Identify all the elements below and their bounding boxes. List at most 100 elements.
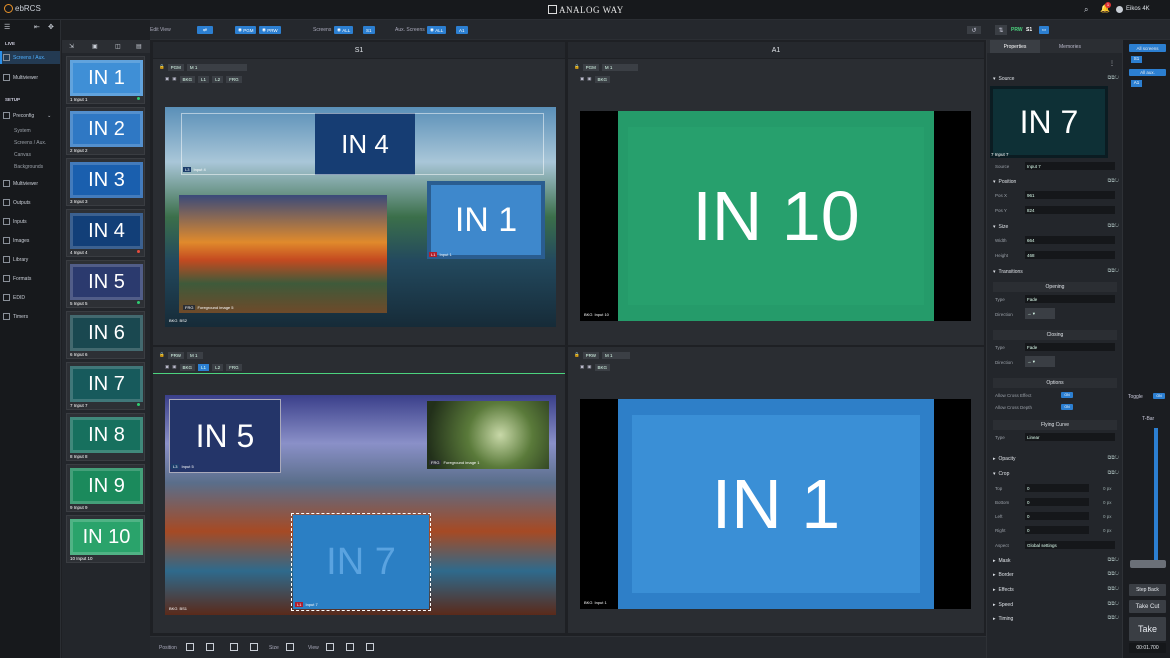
closing-direction-select[interactable]: → ▾ [1025,356,1055,367]
tbar-handle[interactable] [1130,560,1166,568]
section-source[interactable]: ▾ Source ⧉⧉↻ [987,73,1123,84]
view-frame-icon[interactable] [366,643,374,651]
sidebar-item-timers[interactable]: Timers [3,313,28,320]
screens-s1-toggle[interactable]: S1 [363,26,375,34]
section-timing[interactable]: ▸ Timing ⧉⧉↻ [987,613,1123,624]
crop-top-input[interactable]: 0 [1025,484,1089,492]
input-thumbnail[interactable]: IN 77 Input 7 [66,362,145,410]
sidebar-item-edid[interactable]: EDID [3,294,25,301]
copy-paste-icons[interactable]: ⧉⧉↻ [1108,470,1119,476]
sidebar-item-outputs[interactable]: Outputs [3,199,31,206]
aux-a1-toggle[interactable]: A1 [456,26,468,34]
s1-pgm-canvas[interactable]: IN 4 L3 Input 4 IN 1 L1 Input 1 FRG Foregro… [165,107,556,327]
l2-chip-prw[interactable]: L2 [212,363,224,371]
layer-icon-2[interactable]: ▣ [172,76,176,82]
layer-in1-a1[interactable]: IN 1 [632,415,920,593]
copy-paste-icons[interactable]: ⧉⧉↻ [1108,268,1119,274]
input-thumbnail[interactable]: IN 99 Input 9 [66,464,145,512]
center-icon[interactable] [250,643,258,651]
sidebar-sub-backgrounds[interactable]: Backgrounds [14,164,43,170]
sidebar-sub-system[interactable]: System [14,128,31,134]
section-crop[interactable]: ▾ Crop ⧉⧉↻ [987,468,1123,479]
sidebar-sub-screens[interactable]: Screens / Aux. [14,140,46,146]
split-tab-icon[interactable]: ◫ [115,43,121,50]
section-border[interactable]: ▸ Border ⧉⧉↻ [987,569,1123,580]
copy-paste-icons[interactable]: ⧉⧉↻ [1108,601,1119,607]
input-thumbnail[interactable]: IN 44 Input 4 [66,209,145,257]
input-thumbnail[interactable]: IN 10 10 Input 10 [66,515,145,563]
layer-icon-a1[interactable]: ▣ [580,76,584,82]
bkg-chip-a1-prw[interactable]: BKG [594,363,611,371]
undo-icon[interactable]: ↺ [967,26,981,34]
layer-icon-a1-prw[interactable]: ▣ [580,364,584,370]
prw-toggle[interactable]: ◉ PRW [259,26,281,34]
copy-paste-icons[interactable]: ⧉⧉↻ [1108,178,1119,184]
lock-icon[interactable]: 🔒 [159,64,165,70]
sidebar-sub-canvas[interactable]: Canvas [14,152,31,158]
menu-icon[interactable]: ☰ [4,23,10,31]
view-layers-icon[interactable] [346,643,354,651]
input-tab-icon[interactable]: ⇲ [69,43,74,50]
sidebar-item-inputs[interactable]: Inputs [3,218,27,225]
copy-paste-icons[interactable]: ⧉⧉↻ [1108,75,1119,81]
layout-toggle[interactable]: ▭ [1039,26,1049,34]
input-thumbnail[interactable]: IN 55 Input 5 [66,260,145,308]
toggle-switch[interactable]: ON [1153,393,1165,399]
screens-all-toggle[interactable]: ◉ ALL [334,26,354,34]
lock-icon-a1-prw[interactable]: 🔒 [574,352,580,358]
take-cut-button[interactable]: Take Cut [1129,600,1166,613]
distribute-icon[interactable] [206,643,214,651]
expand-icon[interactable]: ✥ [48,23,54,31]
copy-paste-icons[interactable]: ⧉⧉↻ [1108,455,1119,461]
input-thumbnail[interactable]: IN 88 Input 8 [66,413,145,461]
sidebar-item-preconfig[interactable]: Preconfig ⌄ [3,112,51,119]
input-thumbnail[interactable]: IN 22 Input 2 [66,107,145,155]
l2-chip[interactable]: L2 [212,75,224,83]
crop-right-input[interactable]: 0 [1025,526,1089,534]
crop-aspect-select[interactable]: Global settings [1025,541,1115,549]
options-header[interactable]: Options [993,378,1117,388]
frg-chip[interactable]: FRG [226,75,242,83]
frg-chip-prw[interactable]: FRG [226,363,242,371]
width-input[interactable]: 664 [1025,236,1115,244]
pos-y-input[interactable]: 824 [1025,206,1115,214]
closing-type-select[interactable]: Fade [1025,343,1115,351]
tab-properties[interactable]: Properties [990,40,1040,53]
section-effects[interactable]: ▸ Effects ⧉⧉↻ [987,584,1123,595]
aux-all-toggle[interactable]: ◉ ALL [427,26,447,34]
layer-icon-prw[interactable]: ▣ [165,364,169,370]
section-speed[interactable]: ▸ Speed ⧉⧉↻ [987,599,1123,610]
layer-in1[interactable]: IN 1 [427,181,545,259]
s1-prw-canvas[interactable]: IN 5 L3 Input 5 FRG Foreground image 1 IN … [165,395,556,615]
step-back-button[interactable]: Step Back [1129,584,1166,596]
section-opacity[interactable]: ▸ Opacity ⧉⧉↻ [987,453,1123,464]
image-tab-icon[interactable]: ▣ [92,43,98,50]
layer-icon-a1-2[interactable]: ▣ [587,76,591,82]
collapse-icon[interactable]: ⇤ [34,23,40,31]
sidebar-item-screens-label[interactable]: Screens / Aux. [3,54,45,61]
resize-icon[interactable] [286,643,294,651]
bkg-chip-prw[interactable]: BKG [179,363,196,371]
bkg-chip[interactable]: BKG [179,75,196,83]
copy-paste-icons[interactable]: ⧉⧉↻ [1108,571,1119,577]
list-tab-icon[interactable]: ▤ [136,43,142,50]
input-thumbnail[interactable]: IN 33 Input 3 [66,158,145,206]
lock-icon-a1[interactable]: 🔒 [574,64,580,70]
copy-paste-icons[interactable]: ⧉⧉↻ [1108,223,1119,229]
copy-paste-icons[interactable]: ⧉⧉↻ [1108,586,1119,592]
l1-chip[interactable]: L1 [198,75,210,83]
input-thumbnail[interactable]: IN 66 Input 6 [66,311,145,359]
pos-x-input[interactable]: 961 [1025,191,1115,199]
foreground-image-1[interactable] [427,401,549,469]
section-position[interactable]: ▾ Position ⧉⧉↻ [987,176,1123,187]
user-icon[interactable] [1116,6,1123,13]
layer-in5[interactable]: IN 5 [169,399,281,473]
swap-view-button[interactable]: ⇄ [197,26,213,34]
sidebar-item-multiviewer-live[interactable]: Multiviewer [3,74,38,81]
input-thumbnail[interactable]: IN 11 Input 1 [66,56,145,104]
take-a1-button[interactable]: A1 [1131,80,1142,87]
curve-type-select[interactable]: Linear [1025,433,1115,441]
cross-depth-toggle[interactable]: ON [1061,404,1073,410]
preset-dropdown[interactable]: M 1 [187,351,204,359]
view-image-icon[interactable] [326,643,334,651]
